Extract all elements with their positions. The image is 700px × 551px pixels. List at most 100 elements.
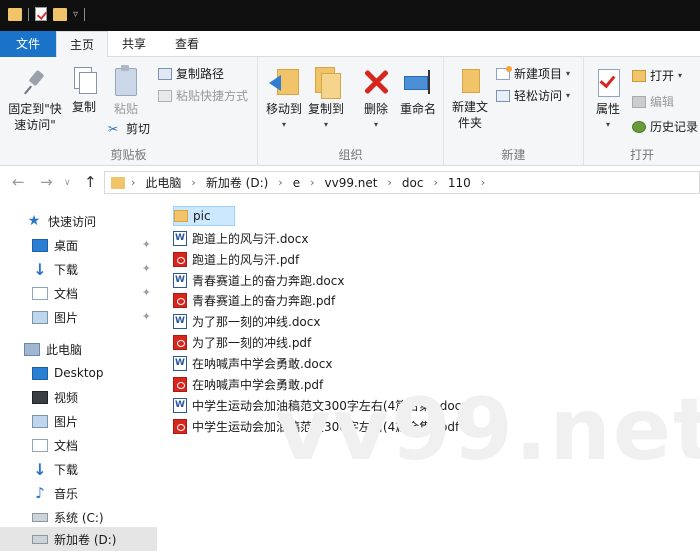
chevron-down-icon: ▾	[605, 120, 610, 129]
list-item[interactable]: 青春赛道上的奋力奔跑.pdf	[173, 290, 335, 310]
list-item[interactable]: 青春赛道上的奋力奔跑.docx	[173, 270, 344, 290]
sidebar-item-documents-qa[interactable]: 文档 ✦	[0, 281, 157, 305]
forward-arrow-icon[interactable]: →	[40, 173, 53, 191]
list-item[interactable]: 中学生运动会加油稿范文300字左右(4篇合集).pdf	[173, 416, 459, 436]
ribbon-tabs: 文件 主页 共享 查看	[0, 31, 700, 58]
sidebar-item-music[interactable]: ♪ 音乐	[0, 481, 157, 505]
file-name: 青春赛道上的奋力奔跑.pdf	[192, 293, 336, 308]
chevron-down-icon[interactable]: ▿	[73, 9, 78, 20]
chevron-down-icon: ▾	[373, 120, 378, 129]
list-item[interactable]: 中学生运动会加油稿范文300字左右(4篇合集).docx	[173, 395, 468, 415]
breadcrumb-this-pc[interactable]: 此电脑	[145, 174, 181, 191]
tab-home[interactable]: 主页	[56, 31, 108, 58]
sidebar-item-desktop-qa[interactable]: 桌面 ✦	[0, 233, 157, 257]
pdf-icon	[173, 334, 187, 350]
easy-access-label: 轻松访问	[514, 89, 563, 103]
folder-icon	[111, 176, 125, 189]
cut-button[interactable]: ✂ 剪切	[108, 120, 150, 137]
new-group: 新建文件夹 新建项目 ▾ 轻松访问 ▾ 新建	[444, 57, 584, 166]
chevron-right-icon[interactable]: ›	[278, 176, 282, 189]
pin-quick-access-button[interactable]: 固定到"快速访问"	[4, 69, 66, 133]
paste-button[interactable]: 粘贴	[108, 65, 144, 117]
breadcrumb-e[interactable]: e	[293, 176, 300, 190]
back-arrow-icon[interactable]: ←	[12, 173, 25, 191]
new-folder-quick-icon[interactable]	[53, 7, 67, 21]
history-button[interactable]: 历史记录	[632, 118, 698, 135]
pin-icon[interactable]: ✦	[142, 286, 151, 299]
list-item[interactable]: 为了那一刻的冲线.pdf	[173, 332, 311, 352]
tab-file[interactable]: 文件	[0, 31, 56, 57]
copy-path-button[interactable]: 复制路径	[158, 65, 224, 82]
sidebar-item-videos[interactable]: 视频	[0, 385, 157, 409]
list-item[interactable]: 跑道上的风与汗.docx	[173, 228, 308, 248]
edit-button[interactable]: 编辑	[632, 93, 674, 110]
rename-icon	[402, 67, 434, 97]
breadcrumb-110[interactable]: 110	[448, 176, 471, 190]
file-name: 青春赛道上的奋力奔跑.docx	[192, 273, 345, 288]
sidebar-item-pictures-qa[interactable]: 图片 ✦	[0, 305, 157, 329]
delete-button[interactable]: 删除 ▾	[360, 67, 392, 133]
paste-shortcut-icon	[158, 89, 172, 102]
easy-access-button[interactable]: 轻松访问 ▾	[496, 87, 570, 104]
copy-path-label: 复制路径	[176, 67, 225, 81]
file-list: pic 跑道上的风与汗.docx 跑道上的风与汗.pdf 青春赛道上的奋力奔跑.…	[157, 199, 700, 540]
download-arrow-icon: ↓	[33, 259, 47, 279]
sidebar-item-label: 文档	[54, 438, 79, 453]
clipboard-icon	[113, 65, 139, 97]
sidebar-item-this-pc[interactable]: 此电脑	[0, 337, 157, 361]
chevron-right-icon[interactable]: ›	[310, 176, 314, 189]
recent-locations-chevron-icon[interactable]: ∨	[64, 178, 71, 188]
move-to-button[interactable]: 移动到 ▾	[264, 65, 304, 133]
tab-share[interactable]: 共享	[112, 31, 156, 57]
chevron-right-icon[interactable]: ›	[433, 176, 437, 189]
tab-view[interactable]: 查看	[164, 31, 210, 57]
separator	[84, 7, 86, 21]
chevron-right-icon[interactable]: ›	[131, 176, 135, 189]
sidebar-item-drive-d[interactable]: 新加卷 (D:)	[0, 527, 157, 551]
music-note-icon: ♪	[35, 483, 45, 502]
list-item[interactable]: 为了那一刻的冲线.docx	[173, 311, 320, 331]
clipboard-group-label: 剪贴板	[110, 148, 147, 162]
up-arrow-icon[interactable]: ↑	[84, 173, 97, 191]
open-icon	[632, 69, 646, 82]
breadcrumb-vv99[interactable]: vv99.net	[325, 176, 378, 190]
open-button[interactable]: 打开 ▾	[632, 67, 682, 84]
desktop-icon	[32, 366, 48, 380]
sidebar-item-quick-access[interactable]: ★ 快速访问	[0, 209, 157, 233]
list-item[interactable]: 在呐喊声中学会勇敢.pdf	[173, 374, 323, 394]
chevron-right-icon[interactable]: ›	[387, 176, 391, 189]
sidebar-item-pictures[interactable]: 图片	[0, 409, 157, 433]
chevron-right-icon[interactable]: ›	[481, 176, 485, 189]
copy-icon	[72, 65, 97, 95]
paste-shortcut-button[interactable]: 粘贴快捷方式	[158, 87, 248, 104]
pin-icon[interactable]: ✦	[142, 310, 151, 323]
copy-to-button[interactable]: 复制到 ▾	[306, 65, 346, 133]
file-name: 跑道上的风与汗.docx	[192, 231, 309, 246]
sidebar-item-downloads[interactable]: ↓ 下载	[0, 457, 157, 481]
breadcrumb-doc[interactable]: doc	[402, 176, 424, 190]
rename-button[interactable]: 重命名	[398, 67, 438, 117]
list-item[interactable]: pic	[173, 206, 235, 226]
properties-button[interactable]: 属性 ▾	[590, 67, 626, 133]
sidebar-item-drive-c[interactable]: 系统 (C:)	[0, 505, 157, 529]
breadcrumb-drive-d[interactable]: 新加卷 (D:)	[206, 174, 268, 191]
pin-icon[interactable]: ✦	[142, 262, 151, 275]
sidebar-item-downloads-qa[interactable]: ↓ 下载 ✦	[0, 257, 157, 281]
list-item[interactable]: 在呐喊声中学会勇敢.docx	[173, 353, 332, 373]
pdf-icon	[173, 418, 187, 434]
sidebar-item-documents[interactable]: 文档	[0, 433, 157, 457]
copy-button[interactable]: 复制	[68, 65, 100, 115]
address-field[interactable]: › 此电脑 › 新加卷 (D:) › e › vv99.net › doc › …	[104, 171, 700, 194]
sidebar-item-label: 下载	[54, 462, 79, 477]
pin-icon[interactable]: ✦	[142, 238, 151, 251]
list-item[interactable]: 跑道上的风与汗.pdf	[173, 249, 299, 269]
sidebar-item-label: 此电脑	[46, 342, 83, 357]
sidebar-item-desktop[interactable]: Desktop	[0, 361, 157, 385]
paste-label: 粘贴	[113, 102, 138, 116]
address-bar-area: ← → ∨ ↑ › 此电脑 › 新加卷 (D:) › e › vv99.net …	[0, 166, 700, 199]
new-folder-button[interactable]: 新建文件夹	[450, 65, 490, 131]
sidebar-item-label: Desktop	[54, 366, 104, 380]
chevron-right-icon[interactable]: ›	[191, 176, 195, 189]
properties-quick-icon[interactable]	[35, 7, 47, 21]
new-item-button[interactable]: 新建项目 ▾	[496, 65, 570, 82]
